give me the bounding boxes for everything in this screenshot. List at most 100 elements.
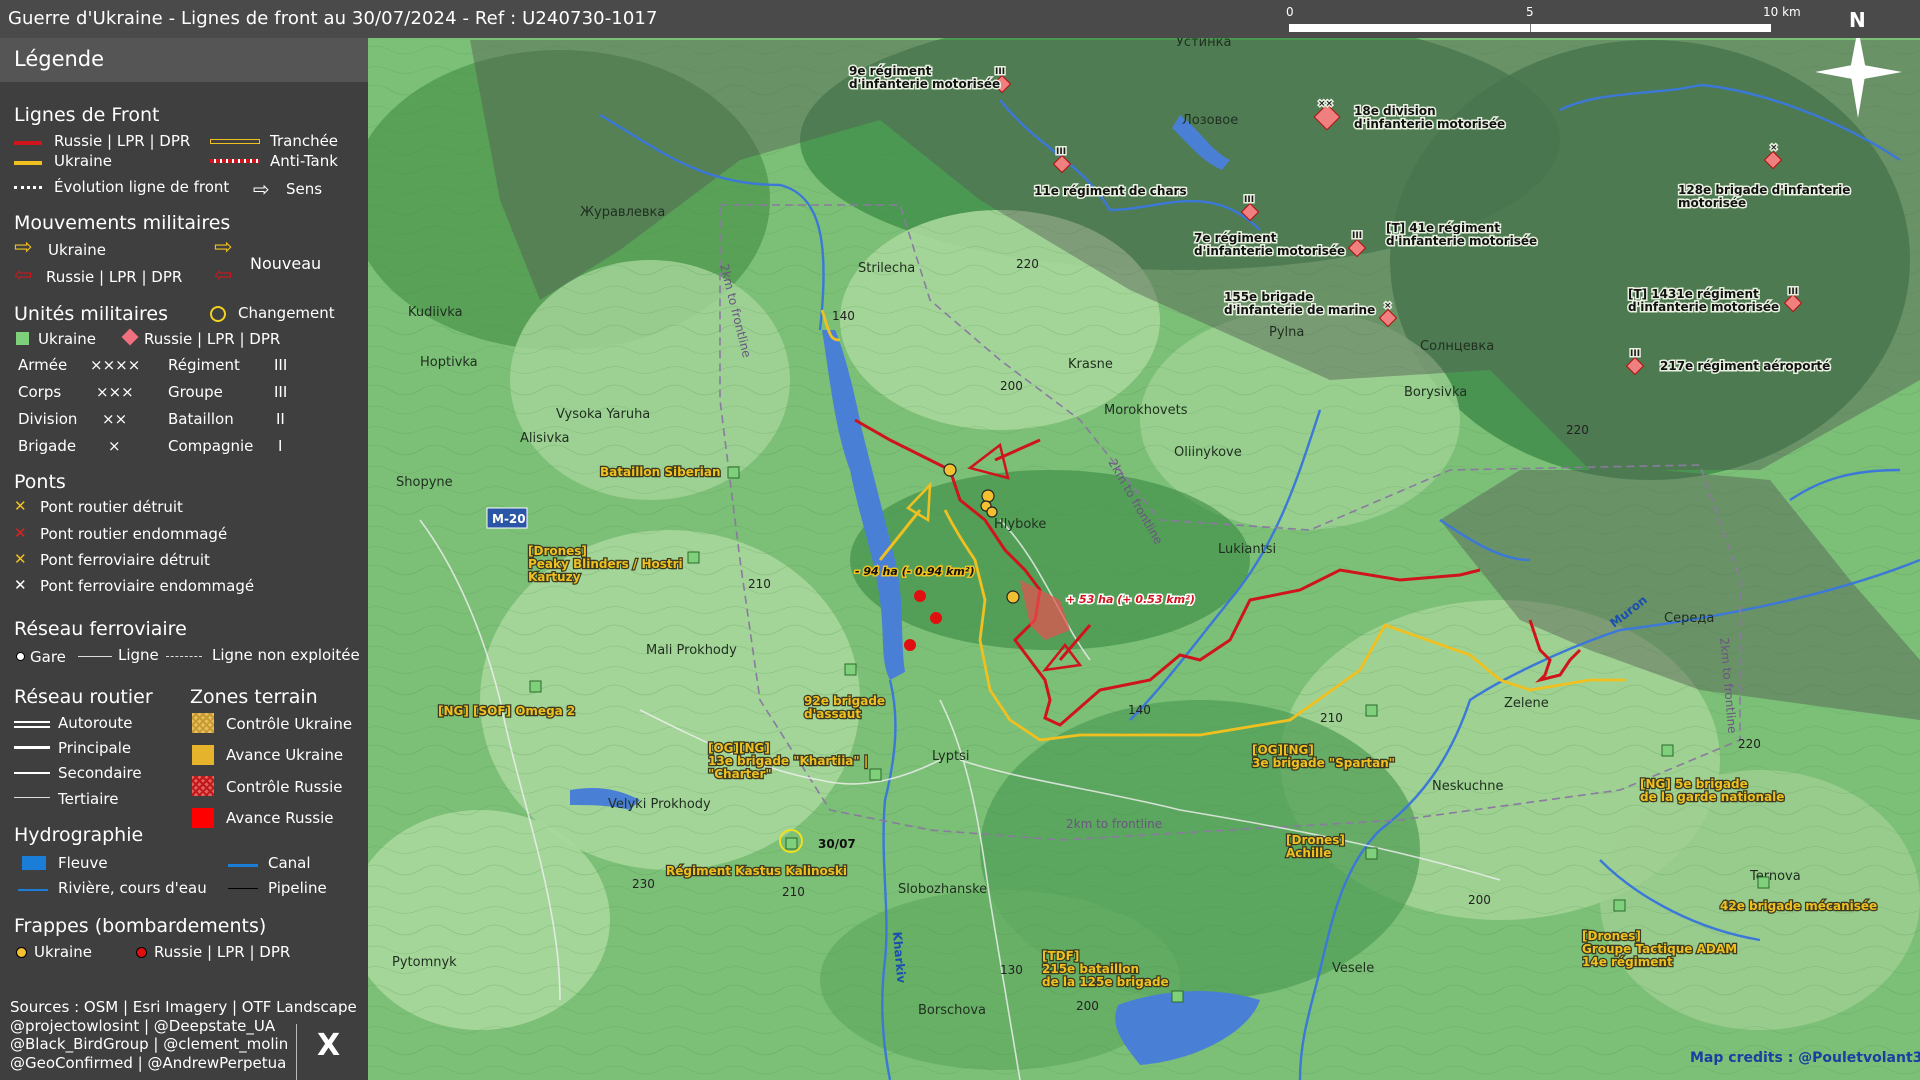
place-label: Velyki Prokhody xyxy=(608,797,711,812)
new-russia-arrow-icon: ⇦ xyxy=(214,263,233,288)
russia-unit-echelon: × xyxy=(1384,301,1392,311)
place-label: Ternova xyxy=(1749,869,1801,884)
unit-label-line: 215e bataillon xyxy=(1042,962,1139,976)
ukraine-unit-icon[interactable] xyxy=(785,837,798,850)
legend-bridge-item: Pont ferroviaire endommagé xyxy=(40,577,255,595)
ukraine-unit-icon[interactable] xyxy=(1171,990,1184,1003)
ukraine-control-swatch xyxy=(192,713,214,733)
elevation-label: 140 xyxy=(832,309,855,323)
ukraine-strike-icon xyxy=(16,947,27,958)
place-label: Veselе xyxy=(1332,961,1374,976)
legend-ukraine-unit: Ukraine xyxy=(38,330,96,348)
scale-tick-label: 5 xyxy=(1526,5,1534,19)
unit-label-line: Peaky Blinders / Hostri xyxy=(528,557,683,571)
echelon-corps: Corps xyxy=(18,383,62,401)
legend-ukraine-line: Ukraine xyxy=(54,152,112,170)
sources-divider xyxy=(296,1024,297,1080)
ukraine-unit-icon[interactable] xyxy=(1613,899,1626,912)
russia-unit-echelon: III xyxy=(1630,349,1640,359)
x-logo-icon[interactable]: X xyxy=(317,1028,340,1063)
new-ukraine-arrow-icon: ⇨ xyxy=(214,235,233,260)
echelon-brigade-symbol: × xyxy=(108,437,121,455)
terrain-map[interactable]: 2km to frontline 2km to frontline 2km to… xyxy=(368,38,1920,1080)
ukraine-unit-icon[interactable] xyxy=(529,680,542,693)
unit-label-line: d'infanterie motorisée xyxy=(1354,117,1505,131)
ukraine-unit-icon[interactable] xyxy=(1757,876,1770,889)
roads-title: Réseau routier xyxy=(14,686,153,708)
russia-strike-icon xyxy=(136,947,147,958)
place-label: Krasne xyxy=(1068,357,1113,372)
elevation-label: 210 xyxy=(1320,711,1343,725)
legend-russia-movement: Russie | LPR | DPR xyxy=(46,268,183,286)
ukraine-unit-icon[interactable] xyxy=(1365,847,1378,860)
place-label: Mali Prokhody xyxy=(646,643,737,658)
legend-pipeline: Pipeline xyxy=(268,879,327,897)
antitank-swatch xyxy=(210,159,260,163)
main-road-swatch xyxy=(14,746,50,749)
rail-bridge-damaged-icon: ✕ xyxy=(14,576,27,594)
russia-unit-label: 11e régiment de chars xyxy=(1034,184,1187,198)
river-swatch xyxy=(18,889,48,891)
ukraine-unit-icon[interactable] xyxy=(1365,704,1378,717)
motorway-swatch xyxy=(14,721,50,728)
ukraine-unit-label: Régiment Kastus Kalinoski xyxy=(666,864,847,878)
tertiary-road-swatch xyxy=(14,797,50,798)
echelon-battalion: Bataillon xyxy=(168,410,234,428)
rail-line-swatch xyxy=(78,656,112,657)
unit-label-line: d'infanterie motorisée xyxy=(1386,234,1537,248)
legend-road-item: Autoroute xyxy=(58,714,133,732)
russia-advance-swatch xyxy=(192,808,214,828)
sources-text: Sources : OSM | Esri Imagery | OTF Lands… xyxy=(10,998,357,1072)
echelon-regiment-symbol: III xyxy=(274,356,288,374)
legend-zone-item: Contrôle Russie xyxy=(226,778,343,796)
scale-tick-label: 10 km xyxy=(1763,5,1801,19)
map-credits[interactable]: Map credits : @Pouletvolant3 xyxy=(1690,1050,1920,1066)
legend-ukraine-movement: Ukraine xyxy=(48,241,106,259)
unit-label-line: d'assaut xyxy=(804,707,861,721)
legend-rail-line: Ligne xyxy=(118,646,159,664)
legend-road-item: Principale xyxy=(58,739,132,757)
russia-unit-echelon: ×× xyxy=(1318,99,1333,109)
river-big-swatch xyxy=(22,856,46,870)
legend-bridge-item: Pont routier détruit xyxy=(40,498,183,516)
elevation-label: 210 xyxy=(748,577,771,591)
russia-change-label: + 53 ha (+ 0.53 km²) xyxy=(1066,593,1195,606)
echelon-group: Groupe xyxy=(168,383,223,401)
secondary-road-swatch xyxy=(14,772,50,774)
unit-label-line: 14e régiment xyxy=(1582,955,1673,969)
russia-unit-echelon: III xyxy=(1352,231,1362,241)
rail-title: Réseau ferroviaire xyxy=(14,618,187,640)
echelon-company: Compagnie xyxy=(168,437,254,455)
russia-unit-echelon: III xyxy=(1244,195,1254,205)
unused-line-swatch xyxy=(166,656,202,657)
ukraine-unit-icon[interactable] xyxy=(844,663,857,676)
echelon-group-symbol: III xyxy=(274,383,288,401)
russia-unit-label: 217e régiment aéroporté xyxy=(1660,359,1830,373)
ukraine-unit-label: 42e brigade mécanisée xyxy=(1720,899,1877,913)
rail-bridge-destroyed-icon: ✕ xyxy=(14,550,27,568)
place-label: Журавлевка xyxy=(580,205,665,220)
legend-river: Rivière, cours d'eau xyxy=(58,879,207,897)
ukraine-unit-icon[interactable] xyxy=(1661,744,1674,757)
front-lines-title: Lignes de Front xyxy=(14,104,160,126)
legend-ukraine-strike: Ukraine xyxy=(34,943,92,961)
unit-label-line: motorisée xyxy=(1678,196,1746,210)
place-label: Oliinykove xyxy=(1174,445,1242,460)
ukraine-unit-icon[interactable] xyxy=(869,768,882,781)
ukraine-unit-icon[interactable] xyxy=(687,551,700,564)
echelon-company-symbol: I xyxy=(278,437,283,455)
units-title: Unités militaires xyxy=(14,303,169,325)
elevation-label: 200 xyxy=(1468,893,1491,907)
place-label: Kudiivka xyxy=(408,305,463,320)
russia-unit-echelon: III xyxy=(1788,287,1798,297)
russia-unit-swatch xyxy=(121,328,139,346)
map-title: Guerre d'Ukraine - Lignes de front au 30… xyxy=(8,8,658,29)
elevation-label: 220 xyxy=(1016,257,1039,271)
place-label: Pylna xyxy=(1269,325,1304,340)
trench-swatch xyxy=(210,139,260,144)
ukraine-unit-icon[interactable] xyxy=(727,466,740,479)
ukraine-change-label: - 94 ha (- 0.94 km²) xyxy=(855,565,975,578)
place-label: Lyptsi xyxy=(932,749,969,764)
unit-label-line: Achille xyxy=(1286,846,1331,860)
elevation-label: 210 xyxy=(782,885,805,899)
